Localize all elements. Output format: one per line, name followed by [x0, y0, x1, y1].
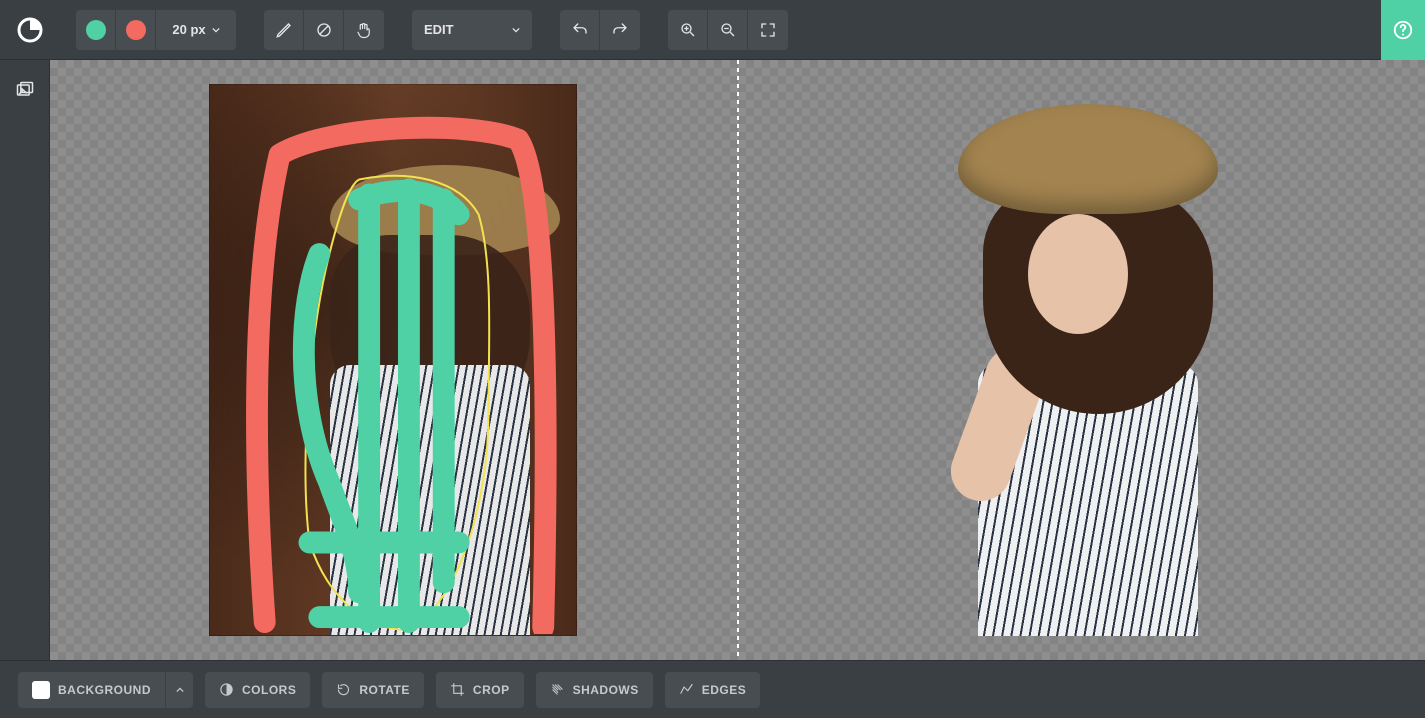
keep-brush-icon — [86, 20, 106, 40]
crop-button[interactable]: CROP — [436, 672, 524, 708]
zoom-in-button[interactable] — [668, 10, 708, 50]
rotate-button[interactable]: ROTATE — [322, 672, 424, 708]
fit-screen-icon — [759, 21, 777, 39]
erase-tool-button[interactable] — [304, 10, 344, 50]
rotate-icon — [336, 682, 351, 697]
zoom-out-icon — [719, 21, 737, 39]
image-layers-icon — [15, 80, 35, 100]
contrast-icon — [219, 682, 234, 697]
remove-brush-icon — [126, 20, 146, 40]
shadows-button[interactable]: SHADOWS — [536, 672, 653, 708]
top-toolbar: 20 px EDIT — [0, 0, 1425, 60]
app-logo[interactable] — [8, 8, 52, 52]
crop-icon — [450, 682, 465, 697]
fit-screen-button[interactable] — [748, 10, 788, 50]
undo-button[interactable] — [560, 10, 600, 50]
canvas-area — [50, 60, 1425, 660]
keep-marker-button[interactable] — [76, 10, 116, 50]
background-button[interactable]: BACKGROUND — [18, 672, 165, 708]
colors-label: COLORS — [242, 683, 296, 697]
rotate-button-group: ROTATE — [322, 672, 424, 708]
background-button-group: BACKGROUND — [18, 672, 193, 708]
brush-size-label: 20 px — [172, 22, 205, 37]
background-caret-button[interactable] — [165, 672, 193, 708]
draw-tool-button[interactable] — [264, 10, 304, 50]
pencil-icon — [275, 21, 293, 39]
edit-mode-label: EDIT — [424, 22, 454, 37]
background-swatch-icon — [32, 681, 50, 699]
bottom-toolbar: BACKGROUND COLORS ROTATE CROP — [0, 660, 1425, 718]
zoom-in-icon — [679, 21, 697, 39]
shadows-button-group: SHADOWS — [536, 672, 653, 708]
help-icon — [1392, 19, 1414, 41]
undo-icon — [571, 21, 589, 39]
tool-mode-group — [264, 10, 384, 50]
redo-icon — [611, 21, 629, 39]
left-sidebar — [0, 60, 50, 660]
zoom-group — [668, 10, 788, 50]
colors-button-group: COLORS — [205, 672, 310, 708]
result-image — [898, 84, 1266, 636]
pan-hand-icon — [355, 21, 373, 39]
chevron-down-icon — [212, 26, 220, 34]
crop-button-group: CROP — [436, 672, 524, 708]
redo-button[interactable] — [600, 10, 640, 50]
chevron-down-icon — [512, 26, 520, 34]
edges-label: EDGES — [702, 683, 747, 697]
edges-button[interactable]: EDGES — [665, 672, 761, 708]
main-area — [0, 60, 1425, 660]
edit-mode-dropdown[interactable]: EDIT — [412, 10, 532, 50]
colors-button[interactable]: COLORS — [205, 672, 310, 708]
zoom-out-button[interactable] — [708, 10, 748, 50]
help-button[interactable] — [1381, 0, 1425, 60]
chevron-up-icon — [176, 686, 184, 694]
crop-label: CROP — [473, 683, 510, 697]
rotate-label: ROTATE — [359, 683, 410, 697]
image-layers-button[interactable] — [7, 72, 43, 108]
marker-color-group: 20 px — [76, 10, 236, 50]
edges-icon — [679, 682, 694, 697]
original-image — [209, 84, 577, 636]
eraser-icon — [315, 21, 333, 39]
pan-tool-button[interactable] — [344, 10, 384, 50]
result-pane[interactable] — [739, 60, 1425, 660]
background-label: BACKGROUND — [58, 683, 151, 697]
history-group — [560, 10, 640, 50]
shadows-label: SHADOWS — [573, 683, 639, 697]
brush-size-dropdown[interactable]: 20 px — [156, 10, 236, 50]
original-pane[interactable] — [50, 60, 737, 660]
edges-button-group: EDGES — [665, 672, 761, 708]
shadows-icon — [550, 682, 565, 697]
remove-marker-button[interactable] — [116, 10, 156, 50]
